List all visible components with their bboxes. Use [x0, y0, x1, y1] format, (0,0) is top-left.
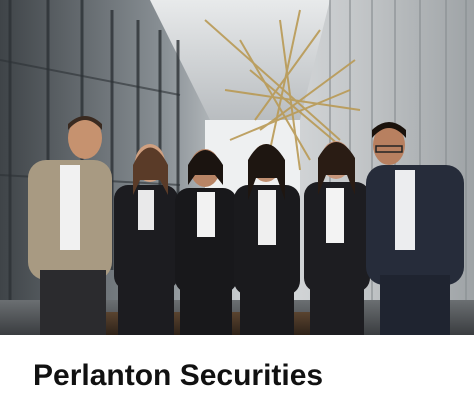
company-card[interactable]: Perlanton Securities: [0, 0, 474, 415]
team-photo: [0, 0, 474, 335]
company-name[interactable]: Perlanton Securities: [33, 358, 323, 394]
